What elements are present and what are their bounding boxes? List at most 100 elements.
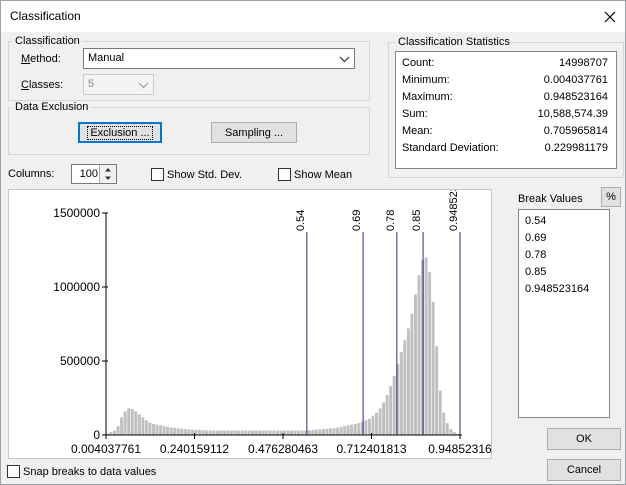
histogram-bar (357, 423, 361, 435)
histogram-bar (364, 420, 368, 435)
histogram-svg: 0 500000 1000000 1500000 0.004037761 0.240159… (53, 167, 492, 456)
classes-label: Classes: (21, 79, 64, 91)
histogram-bar (137, 414, 141, 435)
histogram-bar (134, 411, 138, 435)
histogram-bar (435, 346, 439, 435)
histogram-bar (413, 294, 417, 435)
spin-down-button[interactable] (99, 174, 116, 183)
break-value-item[interactable]: 0.54 (525, 214, 546, 228)
histogram-bar (183, 429, 187, 435)
histogram-bar (169, 427, 173, 435)
y-tick-label: 1000000 (53, 280, 100, 294)
break-value-item[interactable]: 0.69 (525, 231, 546, 245)
histogram-bar (258, 430, 262, 435)
histogram-bar (187, 429, 191, 435)
close-button[interactable] (595, 1, 625, 32)
histogram-bar (410, 313, 414, 435)
histogram-bar (180, 428, 184, 435)
ok-button-label: OK (576, 433, 592, 445)
break-values-list[interactable]: 0.54 0.69 0.78 0.85 0.948523164 (518, 209, 610, 418)
histogram-bar (141, 417, 145, 435)
histogram-bar (113, 430, 117, 435)
y-tick-label: 1500000 (53, 206, 100, 220)
histogram-bar (350, 424, 354, 435)
histogram-bar (190, 429, 194, 435)
sampling-button[interactable]: Sampling ... (211, 122, 297, 143)
histogram-bar (385, 395, 389, 435)
histogram-bar (431, 301, 435, 435)
x-tick-label: 0.712401813 (336, 442, 406, 456)
stat-value: 0.705965814 (543, 125, 608, 137)
histogram-bar (120, 417, 124, 435)
stat-value: 10,588,574.39 (537, 108, 608, 120)
exclusion-button[interactable]: Exclusion ... (78, 122, 162, 143)
columns-value: 100 (79, 168, 98, 180)
histogram-bar (236, 430, 240, 435)
stat-label: Maximum: (402, 91, 453, 103)
statistics-group-title: Classification Statistics (396, 36, 512, 48)
data-exclusion-group-title: Data Exclusion (13, 101, 91, 113)
histogram-bar (254, 430, 258, 435)
histogram-bar (442, 412, 446, 435)
histogram-bar (406, 328, 410, 435)
histogram-bar (286, 430, 290, 435)
stat-row: Maximum: 0.948523164 (402, 91, 608, 105)
chevron-down-icon (138, 82, 149, 89)
exclusion-button-label: Exclusion ... (87, 125, 153, 140)
classes-dropdown[interactable]: 5 (83, 74, 154, 95)
break-value-item[interactable]: 0.78 (525, 248, 546, 262)
columns-label: Columns: (8, 168, 55, 180)
snap-breaks-checkbox[interactable] (7, 465, 20, 478)
histogram-bar (251, 430, 255, 435)
histogram-bar (438, 390, 442, 435)
histogram-bar (233, 430, 237, 435)
classification-group-title: Classification (13, 35, 82, 47)
x-tick-label: 0.476280463 (248, 442, 318, 456)
histogram-bar (346, 425, 350, 435)
break-value-item[interactable]: 0.85 (525, 265, 546, 279)
show-mean-checkbox[interactable] (278, 168, 291, 181)
percent-button[interactable]: % (601, 187, 621, 207)
histogram-bar (144, 420, 148, 435)
break-value-item[interactable]: 0.948523164 (525, 282, 589, 296)
columns-spinner[interactable]: 100 (71, 164, 117, 184)
histogram-bar (272, 430, 276, 435)
show-std-dev-checkbox[interactable] (151, 168, 164, 181)
histogram-bar (297, 430, 301, 435)
chevron-down-icon (339, 56, 350, 63)
stat-value: 0.229981179 (544, 142, 608, 154)
histogram-bar (148, 422, 152, 435)
histogram-bar (314, 429, 318, 435)
histogram-bar (222, 430, 226, 435)
histogram-bar (130, 409, 134, 435)
histogram-chart[interactable]: 0 500000 1000000 1500000 0.004037761 0.240159… (8, 167, 492, 459)
histogram-bar (261, 430, 265, 435)
stat-value: 0.948523164 (543, 91, 608, 103)
stat-value: 14998707 (559, 57, 608, 69)
method-dropdown[interactable]: Manual (83, 48, 355, 69)
histogram-bar (268, 430, 272, 435)
classes-value: 5 (88, 78, 95, 90)
cancel-button[interactable]: Cancel (547, 459, 621, 481)
stat-label: Standard Deviation: (402, 142, 499, 154)
histogram-bar (332, 428, 336, 435)
histogram-bar (375, 412, 378, 435)
spin-up-button[interactable] (99, 165, 116, 174)
histogram-bar (403, 340, 407, 435)
histogram-bar (336, 427, 340, 435)
stat-row: Sum: 10,588,574.39 (402, 108, 608, 122)
histogram-bar (127, 408, 131, 435)
histogram-bar (343, 426, 347, 435)
statistics-panel: Count: 14998707 Minimum: 0.004037761 Max… (395, 51, 617, 169)
snap-breaks-label: Snap breaks to data values (23, 466, 157, 478)
histogram-bar (198, 429, 201, 435)
title-bar: Classification (1, 1, 625, 32)
stat-value: 0.004037761 (543, 74, 608, 86)
histogram-bar (371, 415, 375, 435)
stat-row: Count: 14998707 (402, 57, 608, 71)
ok-button[interactable]: OK (547, 428, 621, 450)
y-tick-label: 0 (93, 428, 100, 442)
dialog-title: Classification (10, 9, 81, 23)
histogram-bar (290, 430, 294, 435)
break-label: 0.948523164 (448, 190, 460, 231)
